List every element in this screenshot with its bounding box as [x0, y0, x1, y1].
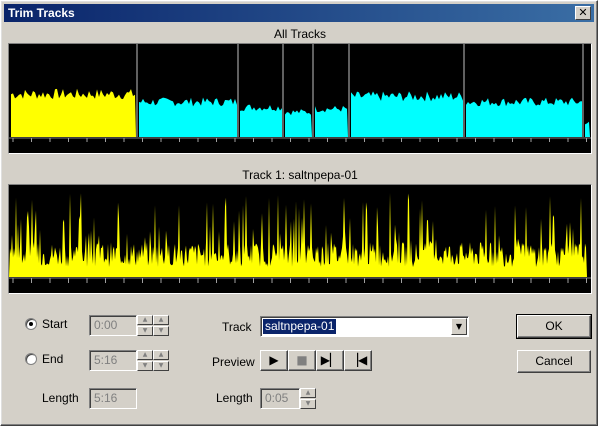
play-icon: ▶ [269, 353, 279, 367]
track-segment [351, 91, 463, 137]
spin-up-icon[interactable]: ▲ [137, 315, 153, 325]
play-button[interactable]: ▶ [260, 350, 288, 371]
spin-up-icon[interactable]: ▲ [153, 350, 169, 360]
spin-down-icon[interactable]: ▼ [300, 399, 316, 409]
title-bar: Trim Tracks ✕ [4, 4, 594, 22]
close-button[interactable]: ✕ [575, 6, 591, 20]
trim-tracks-dialog: Trim Tracks ✕ All Tracks Track 1: saltnp… [0, 0, 598, 426]
ok-button[interactable]: OK [516, 314, 592, 339]
length-field: 5:16 [89, 388, 137, 409]
skip-end-icon: ▶▏ [320, 353, 340, 367]
start-radio[interactable] [25, 318, 37, 330]
skip-start-button[interactable]: ▕◀ [344, 350, 372, 371]
spin-down-icon[interactable]: ▼ [137, 326, 153, 336]
length-label: Length [42, 391, 79, 405]
skip-end-button[interactable]: ▶▏ [316, 350, 344, 371]
start-label: Start [42, 317, 68, 331]
end-spinner-2[interactable]: ▲ ▼ [153, 350, 169, 371]
cancel-button[interactable]: Cancel [517, 350, 591, 373]
skip-start-icon: ▕◀ [348, 353, 368, 367]
track-segment [285, 109, 312, 137]
preview-length-label: Length [216, 391, 253, 405]
track-segment [240, 104, 282, 137]
track-label: Track [222, 320, 252, 334]
track-select[interactable]: saltnpepa-01 ▼ [260, 316, 469, 337]
track-waveform[interactable] [8, 184, 592, 294]
track-wave [9, 192, 587, 277]
track-segment [315, 105, 348, 137]
preview-length-spinner[interactable]: ▲ ▼ [300, 388, 316, 409]
start-spinner-2[interactable]: ▲ ▼ [153, 315, 169, 336]
spin-up-icon[interactable]: ▲ [300, 388, 316, 398]
spin-up-icon[interactable]: ▲ [153, 315, 169, 325]
track-segment [466, 97, 582, 137]
spin-down-icon[interactable]: ▼ [153, 361, 169, 371]
stop-button[interactable]: ■ [288, 350, 316, 371]
preview-label: Preview [212, 355, 255, 369]
spin-down-icon[interactable]: ▼ [137, 361, 153, 371]
spin-up-icon[interactable]: ▲ [137, 350, 153, 360]
preview-length-field[interactable]: 0:05 [260, 388, 300, 409]
all-tracks-caption: All Tracks [273, 27, 326, 41]
track-segment [139, 97, 237, 137]
stop-icon: ■ [296, 353, 308, 367]
dialog-title: Trim Tracks [8, 6, 75, 20]
track-caption: Track 1: saltnpepa-01 [242, 168, 358, 182]
spin-down-icon[interactable]: ▼ [153, 326, 169, 336]
start-radio-dot [29, 322, 33, 326]
end-time-field[interactable]: 5:16 [89, 350, 137, 371]
end-label: End [42, 352, 64, 366]
chevron-down-icon[interactable]: ▼ [451, 318, 467, 335]
start-time-field[interactable]: 0:00 [89, 315, 137, 336]
track-segment [11, 88, 136, 137]
end-spinner[interactable]: ▲ ▼ [137, 350, 153, 371]
all-tracks-waveform-graphic [9, 44, 591, 142]
track-segment [585, 121, 590, 137]
end-radio[interactable] [25, 353, 37, 365]
track-select-value: saltnpepa-01 [263, 319, 337, 334]
track-waveform-graphic [9, 192, 591, 283]
close-icon: ✕ [578, 6, 588, 19]
all-tracks-waveform[interactable] [8, 43, 592, 154]
start-spinner[interactable]: ▲ ▼ [137, 315, 153, 336]
